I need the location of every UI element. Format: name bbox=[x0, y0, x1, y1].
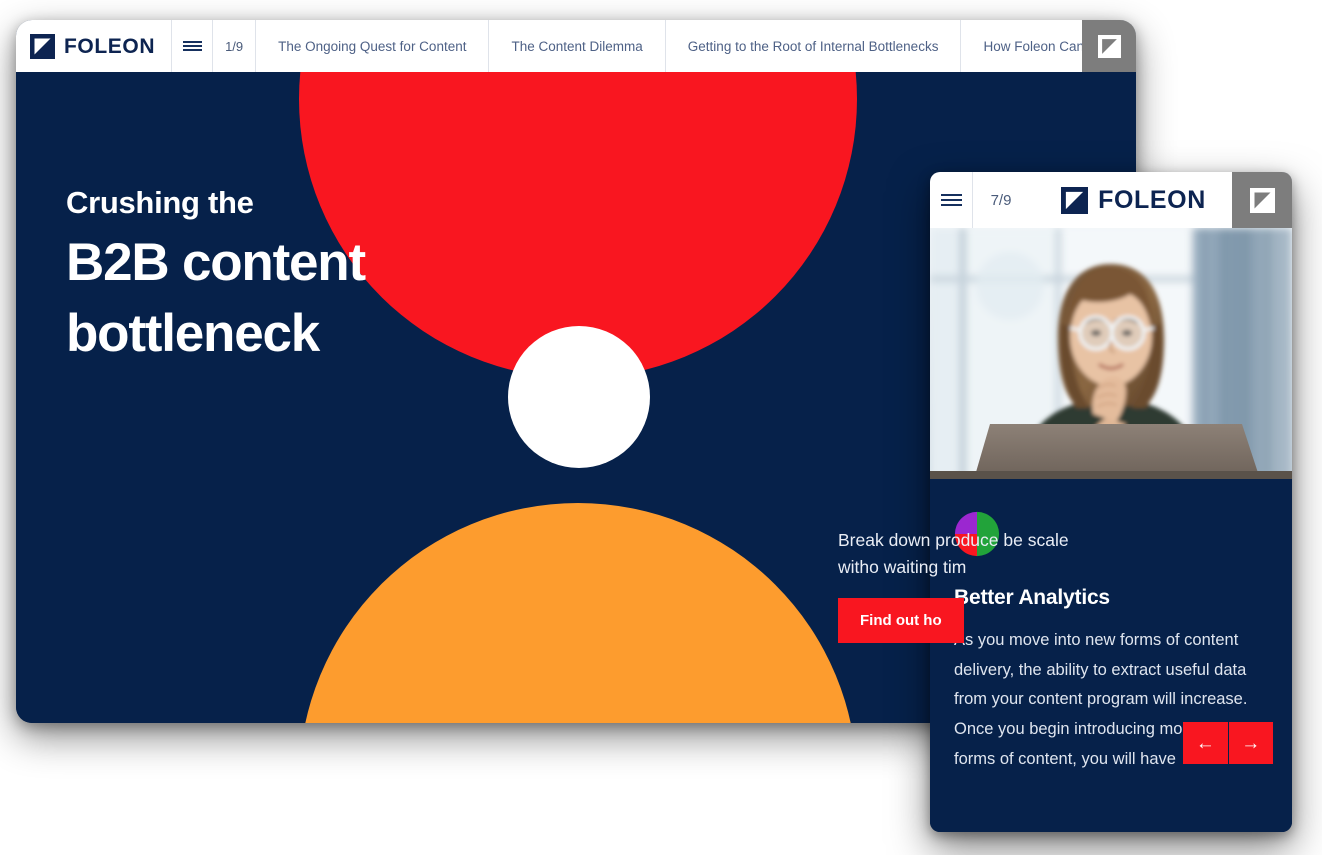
mobile-top-navigation-bar: 7/9 FOLEON bbox=[930, 172, 1292, 228]
desktop-tab-internal-bottlenecks[interactable]: Getting to the Root of Internal Bottlene… bbox=[666, 20, 961, 72]
headline-line-1: Crushing the bbox=[66, 185, 254, 220]
cover-promo-block: Break down produce be scale witho waitin… bbox=[838, 527, 1108, 644]
desktop-tab-quest-for-content[interactable]: The Ongoing Quest for Content bbox=[256, 20, 488, 72]
mobile-menu-button[interactable] bbox=[930, 172, 972, 228]
arrow-right-icon: → bbox=[1241, 732, 1261, 754]
desktop-top-navigation-bar: FOLEON 1/9 The Ongoing Quest for Content… bbox=[16, 20, 1136, 72]
woman-with-glasses-at-laptop-photo bbox=[930, 228, 1292, 479]
arrow-left-icon: ← bbox=[1195, 732, 1215, 754]
mobile-foleon-wordmark: FOLEON bbox=[1098, 185, 1206, 214]
foleon-mark-icon bbox=[1097, 34, 1121, 58]
desktop-menu-button[interactable] bbox=[172, 20, 212, 72]
desktop-foleon-logo[interactable]: FOLEON bbox=[16, 20, 171, 72]
desktop-foleon-wordmark: FOLEON bbox=[64, 34, 156, 58]
decorative-white-circle bbox=[508, 326, 650, 468]
desktop-page-indicator: 1/9 bbox=[225, 38, 244, 54]
cover-headline: Crushing the B2B content bottleneck bbox=[66, 185, 366, 363]
hamburger-icon bbox=[940, 191, 962, 209]
desktop-foleon-corner-button[interactable] bbox=[1082, 20, 1136, 72]
next-page-button[interactable]: → bbox=[1227, 722, 1273, 764]
mobile-foleon-corner-button[interactable] bbox=[1232, 172, 1292, 228]
find-out-how-button[interactable]: Find out ho bbox=[838, 598, 964, 644]
foleon-mark-icon bbox=[1249, 187, 1275, 213]
foleon-logo-icon bbox=[30, 33, 55, 59]
promo-paragraph: Break down produce be scale witho waitin… bbox=[838, 530, 1069, 578]
headline-line-3: bottleneck bbox=[66, 304, 320, 363]
hamburger-icon bbox=[182, 39, 202, 53]
screenshot-stage: FOLEON 1/9 The Ongoing Quest for Content… bbox=[0, 0, 1322, 855]
mobile-page-navigation: ← → bbox=[1183, 722, 1273, 764]
desktop-tab-content-dilemma[interactable]: The Content Dilemma bbox=[489, 20, 664, 72]
mobile-page-indicator: 7/9 bbox=[990, 191, 1012, 209]
headline-line-2: B2B content bbox=[66, 232, 366, 292]
decorative-orange-circle bbox=[299, 503, 857, 723]
mobile-hero-photo bbox=[930, 228, 1292, 479]
previous-page-button[interactable]: ← bbox=[1183, 722, 1228, 764]
foleon-logo-icon bbox=[1061, 186, 1089, 214]
